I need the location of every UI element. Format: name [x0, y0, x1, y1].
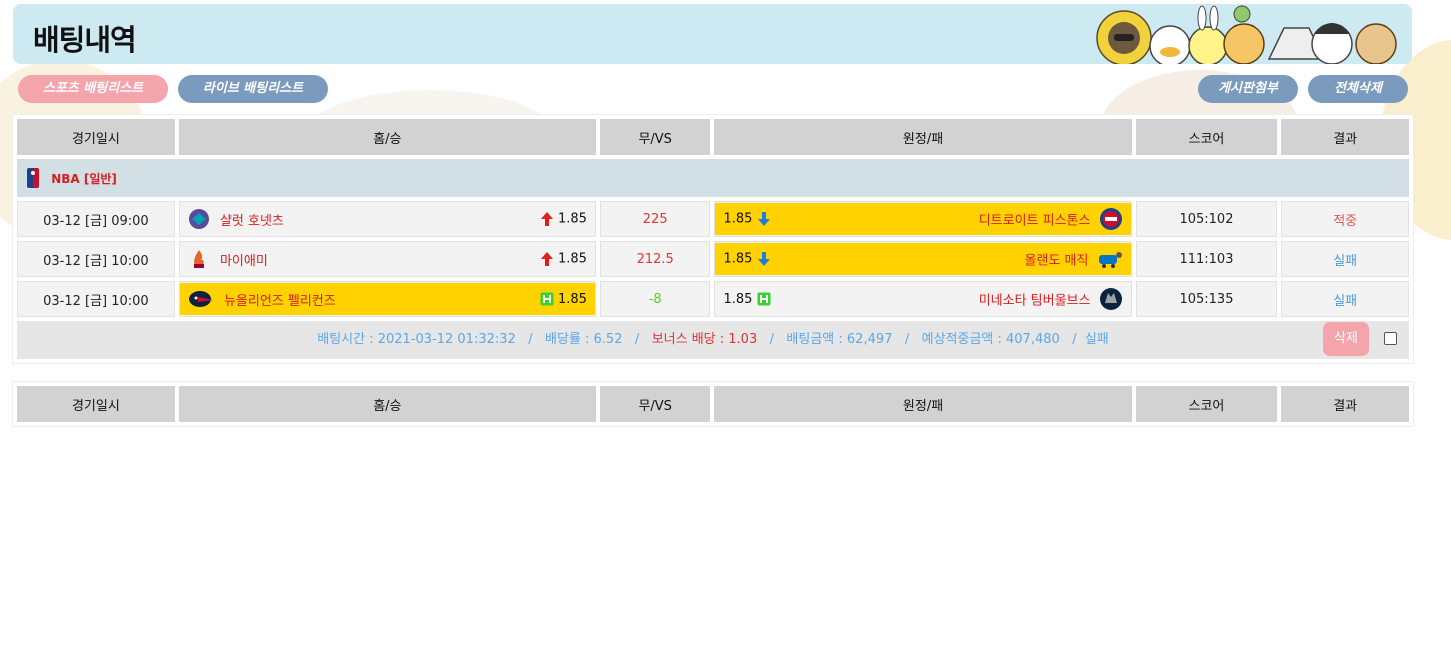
select-bet-checkbox[interactable]	[1384, 332, 1397, 345]
column-header-home: 홈/승	[178, 386, 596, 422]
charlotte-hornets-logo-icon	[188, 209, 209, 229]
bet-summary-cell: 배팅시간 : 2021-03-12 01:32:32 / 배당률 : 6.52 …	[17, 321, 1409, 359]
column-header-draw-vs: 무/VS	[599, 119, 711, 155]
score: 105:135	[1135, 281, 1278, 317]
bet-time: 배팅시간 : 2021-03-12 01:32:32	[317, 332, 516, 347]
league-row: NBA [일반]	[17, 159, 1409, 197]
match-datetime: 03-12 [금] 10:00	[17, 241, 175, 277]
result-badge: 실패	[1281, 241, 1409, 277]
away-odds: 1.85	[723, 291, 753, 307]
home-pick-cell[interactable]: 샬럿 호넷츠 1.85	[178, 201, 596, 237]
home-odds: 1.85	[557, 291, 587, 307]
expected-payout: 예상적중금액 : 407,480	[921, 332, 1060, 347]
minnesota-timberwolves-logo-icon	[1099, 288, 1122, 310]
vs-value: 225	[599, 201, 711, 237]
handicap-h-icon	[540, 292, 554, 306]
nba-logo-icon	[27, 168, 39, 188]
away-odds: 1.85	[723, 251, 753, 267]
column-header-home: 홈/승	[178, 119, 596, 155]
league-name: NBA [일반]	[51, 171, 117, 186]
table-row: 03-12 [금] 10:00 뉴올리언즈 펠리컨즈 1.85 -8 1.85 …	[17, 281, 1409, 317]
column-header-datetime: 경기일시	[17, 119, 175, 155]
bet-summary-text: 배팅시간 : 2021-03-12 01:32:32 / 배당률 : 6.52 …	[18, 322, 1408, 358]
column-header-datetime: 경기일시	[17, 386, 175, 422]
away-odds: 1.85	[723, 211, 753, 227]
home-team-name: 뉴올리언즈 펠리컨즈	[223, 293, 336, 309]
column-header-away: 원정/패	[714, 386, 1132, 422]
match-datetime: 03-12 [금] 10:00	[17, 281, 175, 317]
odds-down-arrow-icon	[757, 212, 770, 226]
tab-live-bet-list[interactable]: 라이브 배팅리스트	[178, 75, 328, 103]
title-bar: 배팅내역	[13, 4, 1412, 64]
home-team-name: 마이애미	[219, 253, 268, 269]
bet-slip-table-empty: 경기일시 홈/승 무/VS 원정/패 스코어 결과	[12, 381, 1414, 427]
column-header-result: 결과	[1281, 119, 1409, 155]
away-team-name: 디트로이트 피스톤스	[978, 213, 1091, 229]
separator: /	[769, 332, 775, 347]
page-title: 배팅내역	[33, 23, 137, 57]
bet-amount: 배팅금액 : 62,497	[786, 332, 893, 347]
bonus-odds: 보너스 배당 : 1.03	[651, 332, 758, 347]
away-pick-cell[interactable]: 1.85 미네소타 팀버울브스	[714, 281, 1132, 317]
separator: /	[1072, 332, 1077, 347]
away-pick-cell[interactable]: 1.85 올랜도 매직	[714, 241, 1132, 277]
separator: /	[528, 332, 533, 347]
delete-bet-button[interactable]: 삭제	[1323, 322, 1369, 356]
character-illustration-icon	[1096, 5, 1397, 64]
table-header-row: 경기일시 홈/승 무/VS 원정/패 스코어 결과	[17, 119, 1409, 155]
detroit-pistons-logo-icon	[1099, 208, 1122, 230]
miami-heat-logo-icon	[193, 250, 204, 268]
tab-sports-bet-list[interactable]: 스포츠 배팅리스트	[18, 75, 168, 103]
column-header-score: 스코어	[1135, 386, 1278, 422]
separator: /	[904, 332, 910, 347]
bet-odds: 배당률 : 6.52	[545, 332, 623, 347]
home-pick-cell[interactable]: 뉴올리언즈 펠리컨즈 1.85	[178, 281, 596, 317]
home-team-name: 샬럿 호넷츠	[219, 213, 284, 229]
home-odds: 1.85	[557, 211, 587, 227]
result-badge: 실패	[1281, 281, 1409, 317]
bet-status: 실패	[1084, 332, 1109, 347]
separator: /	[634, 332, 640, 347]
home-odds: 1.85	[557, 251, 587, 267]
table-header-row: 경기일시 홈/승 무/VS 원정/패 스코어 결과	[17, 386, 1409, 422]
vs-value: -8	[599, 281, 711, 317]
column-header-score: 스코어	[1135, 119, 1278, 155]
away-team-name: 미네소타 팀버울브스	[978, 293, 1091, 309]
column-header-away: 원정/패	[714, 119, 1132, 155]
league-cell: NBA [일반]	[17, 159, 1409, 197]
board-attach-button[interactable]: 게시판첨부	[1198, 75, 1298, 103]
table-row: 03-12 [금] 10:00 마이애미 1.85 212.5 1.85 올랜도…	[17, 241, 1409, 277]
away-team-name: 올랜도 매직	[1024, 253, 1089, 269]
home-pick-cell[interactable]: 마이애미 1.85	[178, 241, 596, 277]
bet-slip-table: 경기일시 홈/승 무/VS 원정/패 스코어 결과 NBA [일반] 03-12…	[12, 114, 1414, 364]
table-row: 03-12 [금] 09:00 샬럿 호넷츠 1.85 225 1.85 디트로…	[17, 201, 1409, 237]
match-datetime: 03-12 [금] 09:00	[17, 201, 175, 237]
orlando-magic-logo-icon	[1098, 252, 1122, 268]
away-pick-cell[interactable]: 1.85 디트로이트 피스톤스	[714, 201, 1132, 237]
odds-down-arrow-icon	[757, 252, 770, 266]
column-header-result: 결과	[1281, 386, 1409, 422]
column-header-draw-vs: 무/VS	[599, 386, 711, 422]
odds-up-arrow-icon	[540, 252, 553, 266]
score: 111:103	[1135, 241, 1278, 277]
new-orleans-pelicans-logo-icon	[188, 291, 213, 307]
score: 105:102	[1135, 201, 1278, 237]
bet-summary-row: 배팅시간 : 2021-03-12 01:32:32 / 배당률 : 6.52 …	[17, 321, 1409, 359]
vs-value: 212.5	[599, 241, 711, 277]
odds-up-arrow-icon	[540, 212, 553, 226]
handicap-h-icon	[757, 292, 771, 306]
delete-all-button[interactable]: 전체삭제	[1308, 75, 1408, 103]
result-badge: 적중	[1281, 201, 1409, 237]
